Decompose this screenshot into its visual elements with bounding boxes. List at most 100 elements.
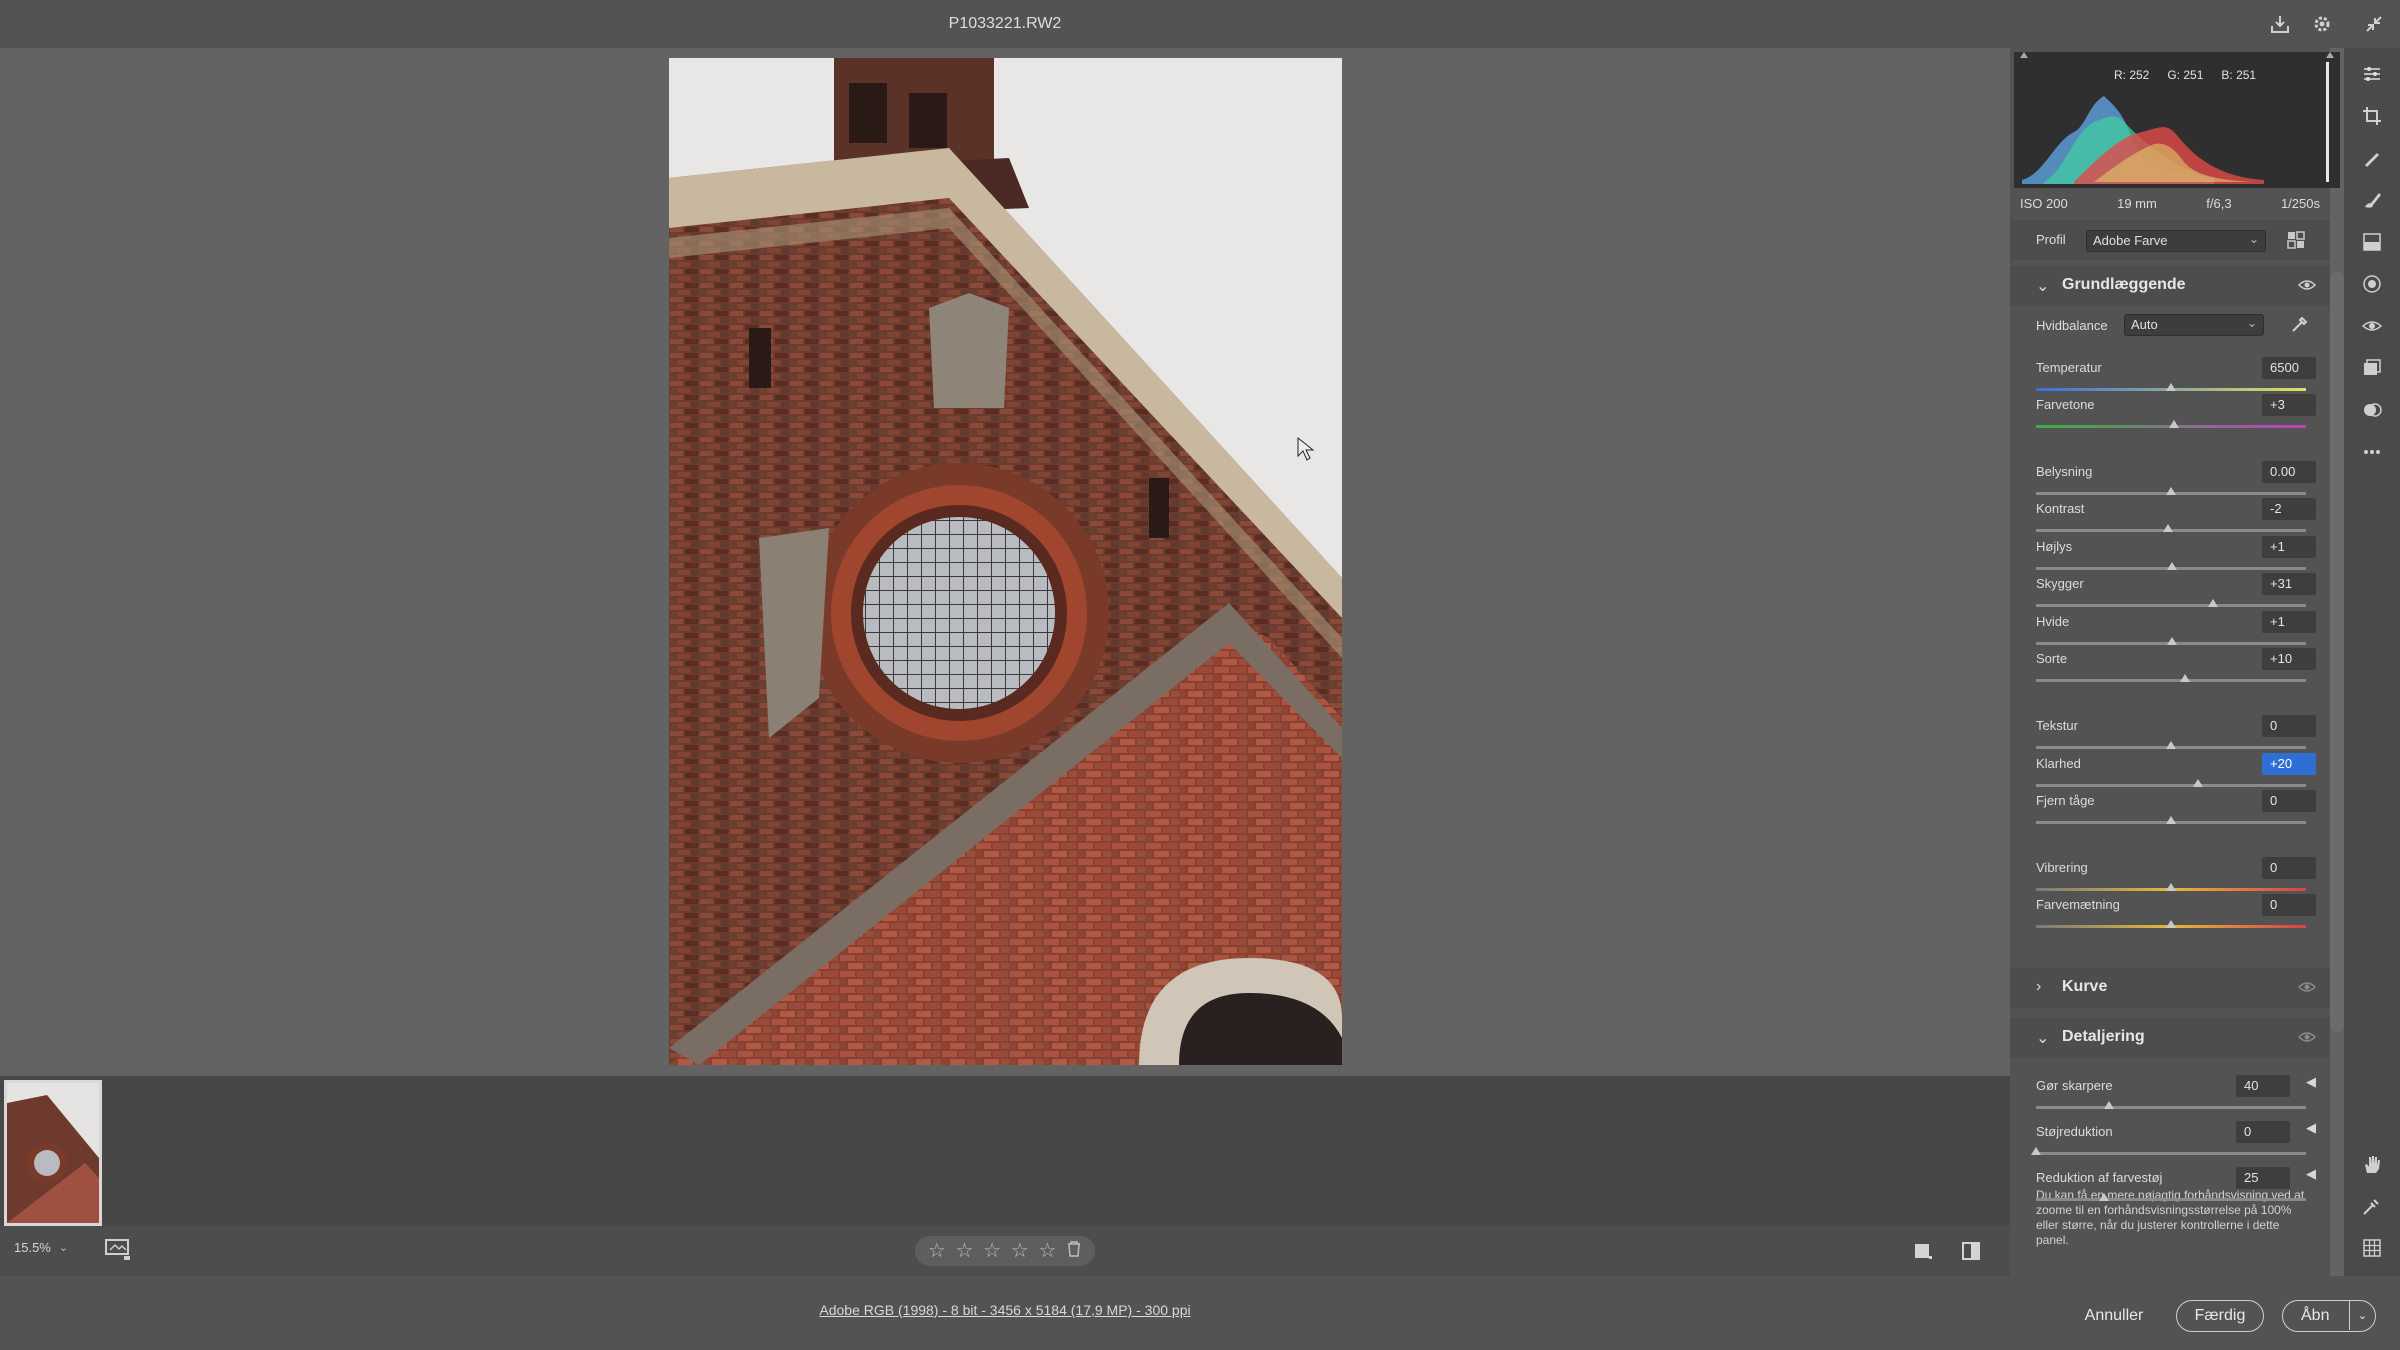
slider-blacks[interactable]: Sorte +10: [2036, 648, 2316, 687]
slider-thumb[interactable]: [2166, 741, 2176, 749]
eye-icon[interactable]: [2297, 278, 2317, 296]
radial-gradient-icon[interactable]: [2356, 268, 2388, 300]
image-canvas[interactable]: [0, 48, 2010, 1076]
slider-thumb[interactable]: [2166, 883, 2176, 891]
slider-whites[interactable]: Hvide +1: [2036, 611, 2316, 650]
slider-thumb[interactable]: [2098, 1193, 2109, 1201]
star-icon[interactable]: ☆: [928, 1241, 946, 1261]
slider-dehaze[interactable]: Fjern tåge 0: [2036, 790, 2316, 829]
slider-thumb[interactable]: [2166, 920, 2176, 928]
panel-scrollbar[interactable]: [2330, 272, 2344, 1032]
slider-texture[interactable]: Tekstur 0: [2036, 715, 2316, 754]
slider-track[interactable]: [2036, 1198, 2306, 1201]
red-eye-icon[interactable]: [2356, 310, 2388, 342]
linear-gradient-icon[interactable]: [2356, 226, 2388, 258]
done-button[interactable]: Færdig: [2176, 1300, 2264, 1332]
slider-value-field[interactable]: +20: [2262, 753, 2316, 775]
slider-saturation[interactable]: Farvemætning 0: [2036, 894, 2316, 933]
reset-arrow-icon[interactable]: ◀: [2306, 1166, 2316, 1182]
slider-contrast[interactable]: Kontrast -2: [2036, 498, 2316, 537]
slider-value-field[interactable]: +1: [2262, 611, 2316, 633]
snapshots-icon[interactable]: [2356, 352, 2388, 384]
slider-value-field[interactable]: +1: [2262, 536, 2316, 558]
slider-thumb[interactable]: [2166, 487, 2176, 495]
slider-thumb[interactable]: [2166, 383, 2176, 391]
slider-shadows[interactable]: Skygger +31: [2036, 573, 2316, 612]
single-view-icon[interactable]: [1912, 1240, 1934, 1267]
star-icon[interactable]: ☆: [983, 1241, 1001, 1261]
slider-value-field[interactable]: 0: [2262, 857, 2316, 879]
preview-image[interactable]: [669, 58, 1342, 1065]
slider-thumb[interactable]: [2168, 420, 2179, 428]
cancel-button[interactable]: Annuller: [2074, 1300, 2154, 1332]
star-icon[interactable]: ☆: [1011, 1241, 1029, 1261]
star-icon[interactable]: ☆: [1038, 1241, 1056, 1261]
slider-thumb[interactable]: [2179, 674, 2190, 682]
section-detail[interactable]: ⌄ Detaljering: [2010, 1018, 2330, 1058]
slider-highlights[interactable]: Højlys +1: [2036, 536, 2316, 575]
white-balance-dropdown[interactable]: Auto ⌄: [2124, 314, 2264, 336]
eye-icon[interactable]: [2297, 980, 2317, 998]
slider-thumb[interactable]: [2163, 524, 2174, 532]
zoom-select[interactable]: 15.5% ⌄: [14, 1240, 68, 1255]
slider-exposure[interactable]: Belysning 0.00: [2036, 461, 2316, 500]
slider-thumb[interactable]: [2167, 562, 2178, 570]
trash-icon[interactable]: [1066, 1240, 1082, 1263]
slider-thumb[interactable]: [2031, 1147, 2041, 1155]
slider-value-field[interactable]: 0: [2262, 790, 2316, 812]
edit-sliders-icon[interactable]: [2356, 58, 2388, 90]
hand-icon[interactable]: [2356, 1148, 2388, 1180]
profile-browser-icon[interactable]: [2286, 230, 2306, 255]
slider-value-field[interactable]: 40: [2236, 1075, 2290, 1097]
healing-icon[interactable]: [2356, 142, 2388, 174]
slider-track[interactable]: [2036, 784, 2306, 787]
slider-track[interactable]: [2036, 679, 2306, 682]
slider-thumb[interactable]: [2166, 816, 2176, 824]
slider-value-field[interactable]: 25: [2236, 1167, 2290, 1189]
workflow-options-link[interactable]: Adobe RGB (1998) - 8 bit - 3456 x 5184 (…: [0, 1302, 2010, 1318]
star-rating[interactable]: ☆ ☆ ☆ ☆ ☆: [915, 1236, 1095, 1266]
slider-value-field[interactable]: 0: [2262, 715, 2316, 737]
more-icon[interactable]: [2356, 436, 2388, 468]
slider-color-noise[interactable]: Reduktion af farvestøj 25 ◀: [2036, 1166, 2316, 1206]
slider-tint[interactable]: Farvetone +3: [2036, 394, 2316, 433]
section-curve[interactable]: › Kurve: [2010, 968, 2330, 1008]
slider-value-field[interactable]: 0.00: [2262, 461, 2316, 483]
grid-overlay-icon[interactable]: [2356, 1232, 2388, 1264]
slider-thumb[interactable]: [2167, 637, 2178, 645]
profile-dropdown[interactable]: Adobe Farve ⌄: [2086, 230, 2266, 252]
color-sampler-icon[interactable]: [2356, 1190, 2388, 1222]
eyedropper-icon[interactable]: [2290, 314, 2310, 339]
section-basic[interactable]: ⌄ Grundlæggende: [2010, 266, 2330, 306]
slider-value-field[interactable]: 0: [2262, 894, 2316, 916]
chevron-down-icon[interactable]: ⌄: [2349, 1301, 2375, 1330]
slider-track[interactable]: [2036, 604, 2306, 607]
slider-thumb[interactable]: [2193, 779, 2203, 787]
slider-track[interactable]: [2036, 1106, 2306, 1109]
star-icon[interactable]: ☆: [956, 1241, 974, 1261]
filmstrip-toggle-icon[interactable]: [104, 1238, 132, 1267]
slider-vibrance[interactable]: Vibrering 0: [2036, 857, 2316, 896]
presets-icon[interactable]: [2356, 394, 2388, 426]
brush-icon[interactable]: [2356, 184, 2388, 216]
slider-clarity[interactable]: Klarhed +20: [2036, 753, 2316, 792]
slider-track[interactable]: [2036, 1152, 2306, 1155]
open-button[interactable]: Åbn ⌄: [2282, 1300, 2376, 1332]
slider-sharpen[interactable]: Gør skarpere 40 ◀: [2036, 1074, 2316, 1114]
export-icon[interactable]: [2264, 8, 2296, 40]
reset-arrow-icon[interactable]: ◀: [2306, 1074, 2316, 1090]
slider-value-field[interactable]: 6500: [2262, 357, 2316, 379]
collapse-icon[interactable]: [2358, 8, 2390, 40]
slider-temperature[interactable]: Temperatur 6500: [2036, 357, 2316, 396]
slider-thumb[interactable]: [2207, 599, 2218, 607]
slider-value-field[interactable]: 0: [2236, 1121, 2290, 1143]
slider-value-field[interactable]: -2: [2262, 498, 2316, 520]
slider-value-field[interactable]: +31: [2262, 573, 2316, 595]
gear-icon[interactable]: [2306, 8, 2338, 40]
slider-value-field[interactable]: +3: [2262, 394, 2316, 416]
crop-icon[interactable]: [2356, 100, 2388, 132]
eye-icon[interactable]: [2297, 1030, 2317, 1048]
slider-thumb[interactable]: [2103, 1101, 2114, 1109]
reset-arrow-icon[interactable]: ◀: [2306, 1120, 2316, 1136]
slider-value-field[interactable]: +10: [2262, 648, 2316, 670]
